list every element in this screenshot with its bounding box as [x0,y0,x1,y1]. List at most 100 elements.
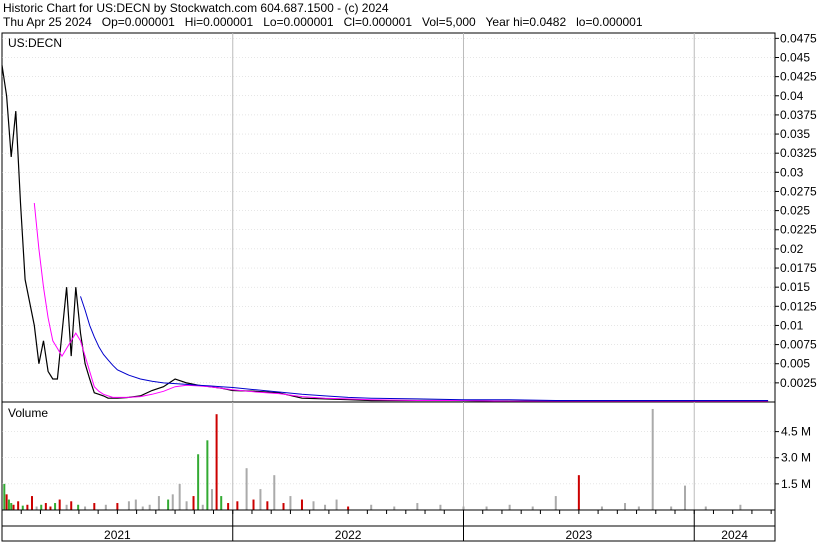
price-tick-label: 0.0475 [780,31,817,45]
volume-bar [370,504,373,510]
volume-bar [141,506,144,510]
volume-bar [54,503,57,510]
volume-bar [637,506,640,510]
price-panel [1,32,776,403]
volume-bar [462,506,465,510]
volume-bar [127,501,130,510]
volume-bar [508,504,511,510]
volume-bar [21,505,24,510]
volume-bar [651,408,654,510]
volume-bar [215,414,218,510]
volume-bar [70,501,73,510]
volume-bar [210,489,213,510]
volume-panel [1,401,776,511]
volume-bar [335,499,338,510]
volume-bar [171,494,174,510]
volume-bar [289,496,292,510]
price-tick-label: 0.005 [780,357,810,371]
volume-bar [485,506,488,510]
volume-bar [3,483,6,510]
volume-bar [84,506,87,510]
volume-bar [531,506,534,510]
volume-bar [273,475,276,510]
volume-bar [259,489,262,510]
price-tick-label: 0.02 [780,242,804,256]
volume-bar [206,440,209,510]
volume-panel-title: Volume [8,406,48,420]
volume-bar [266,501,269,510]
volume-tick-label: 3.0 M [781,451,811,465]
volume-axis: 1.5 M 3.0 M 4.5 M [775,425,811,491]
volume-bar [393,506,396,510]
price-tick-label: 0.035 [780,127,810,141]
volume-bar [245,468,248,510]
volume-bar [670,506,673,510]
price-tick-label: 0.0425 [780,70,817,84]
volume-bar [30,496,33,510]
price-panel-title: US:DECN [8,36,62,50]
price-tick-label: 0.03 [780,165,804,179]
volume-bar [65,504,68,510]
stock-chart: 0.0025 0.005 0.0075 0.01 0.0125 0.015 0.0175 0.… [1,31,817,542]
volume-bar [739,504,742,510]
volume-tick-label: 4.5 M [781,425,811,439]
volume-bar [148,504,151,510]
volume-bar [178,483,181,510]
price-tick-label: 0.0325 [780,146,817,160]
volume-bar [227,503,230,510]
volume-bar [704,506,707,510]
price-tick-label: 0.0375 [780,108,817,122]
price-tick-label: 0.025 [780,204,810,218]
volume-bar [252,499,255,510]
volume-bar [600,506,603,510]
volume-bar [347,506,350,510]
volume-bar [104,504,107,510]
volume-bar [167,499,170,510]
year-tick-label: 2022 [335,528,362,542]
volume-bar [35,506,38,510]
volume-bar [44,503,47,510]
volume-bar [312,501,315,510]
price-tick-label: 0.0225 [780,223,817,237]
volume-bar [201,504,204,510]
year-tick-label: 2021 [104,528,131,542]
price-tick-label: 0.01 [780,318,804,332]
volume-bar [157,496,160,510]
volume-bar [7,499,10,510]
volume-bar [624,503,627,510]
volume-bar [12,504,15,510]
volume-bar [116,503,119,510]
volume-bar [300,499,303,510]
price-axis: 0.0025 0.005 0.0075 0.01 0.0125 0.015 0.0175 0.… [775,31,817,390]
volume-bar [93,503,96,510]
volume-bar [197,454,200,510]
volume-bar [282,503,285,510]
price-tick-label: 0.04 [780,89,804,103]
volume-bar [10,503,13,510]
price-tick-label: 0.0275 [780,184,817,198]
volume-bar [416,503,419,510]
volume-bar [554,496,557,510]
volume-bar [577,475,580,510]
volume-bar [77,504,80,510]
volume-bar [26,504,29,510]
price-tick-label: 0.045 [780,50,810,64]
date-axis-band [1,509,776,527]
volume-bar [236,501,239,510]
price-tick-label: 0.0025 [780,376,817,390]
volume-bar [192,496,195,510]
year-tick-label: 2023 [566,528,593,542]
volume-tick-label: 1.5 M [781,477,811,491]
volume-bar [185,501,188,510]
volume-bar [5,494,8,510]
volume-bar [134,499,137,510]
volume-bar [324,504,327,510]
volume-bar [220,496,223,510]
volume-bar [49,506,52,510]
volume-bar [40,504,43,510]
volume-bar [58,499,61,510]
volume-bar [439,504,442,510]
price-tick-label: 0.0075 [780,338,817,352]
price-tick-label: 0.015 [780,280,810,294]
price-tick-label: 0.0175 [780,261,817,275]
